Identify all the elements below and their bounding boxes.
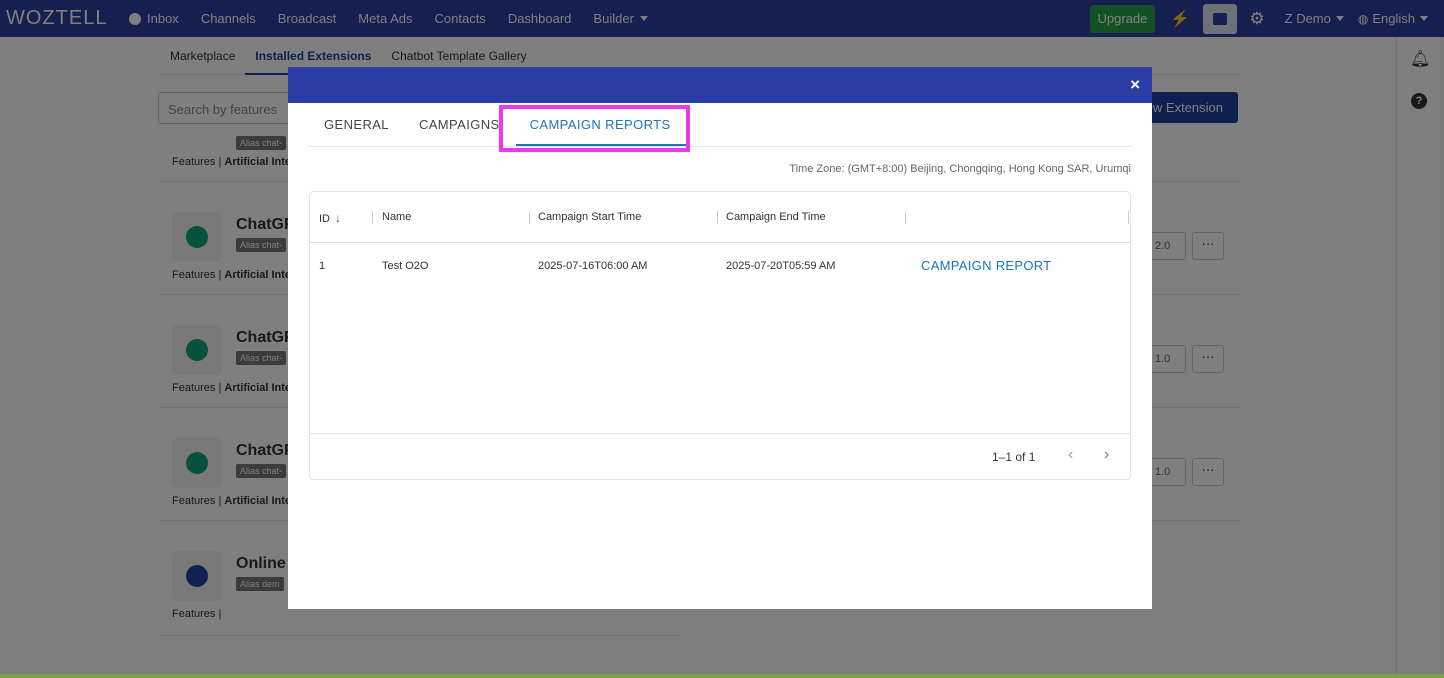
- cell-end-time: 2025-07-20T05:59 AM: [726, 260, 836, 272]
- chevron-left-icon[interactable]: ‹: [1068, 446, 1073, 464]
- column-header-start-time[interactable]: Campaign Start Time: [538, 211, 641, 223]
- close-icon[interactable]: ×: [1130, 76, 1140, 93]
- highlight-box: [499, 105, 690, 152]
- cell-name: Test O2O: [382, 260, 429, 272]
- pagination-text: 1–1 of 1: [992, 450, 1036, 464]
- column-separator[interactable]: [717, 211, 718, 224]
- campaign-reports-table: ID ↓ Name Campaign Start Time Campaign En…: [309, 191, 1131, 480]
- tab-general[interactable]: GENERAL: [308, 103, 405, 146]
- cell-start-time: 2025-07-16T06:00 AM: [538, 260, 648, 272]
- column-header-end-time[interactable]: Campaign End Time: [726, 211, 826, 223]
- sort-down-icon: ↓: [335, 211, 341, 225]
- modal-tabs: GENERAL CAMPAIGNS CAMPAIGN REPORTS: [308, 103, 1131, 147]
- campaign-report-link[interactable]: CAMPAIGN REPORT: [921, 258, 1051, 273]
- column-header-name[interactable]: Name: [382, 211, 411, 223]
- table-footer: 1–1 of 1 ‹ ›: [310, 433, 1130, 479]
- cell-id: 1: [319, 260, 326, 272]
- column-separator[interactable]: [529, 211, 530, 224]
- table-row: 1 Test O2O 2025-07-16T06:00 AM 2025-07-2…: [310, 243, 1130, 289]
- extension-modal: × GENERAL CAMPAIGNS CAMPAIGN REPORTS Tim…: [288, 67, 1152, 609]
- chevron-right-icon[interactable]: ›: [1104, 446, 1109, 464]
- column-separator[interactable]: [1128, 211, 1129, 224]
- column-separator[interactable]: [905, 211, 906, 224]
- desktop-edge: [0, 674, 1444, 678]
- table-header: ID ↓ Name Campaign Start Time Campaign En…: [310, 192, 1130, 243]
- column-header-id[interactable]: ID ↓: [319, 211, 341, 225]
- column-separator[interactable]: [372, 211, 373, 224]
- timezone-text: Time Zone: (GMT+8:00) Beijing, Chongqing…: [789, 163, 1131, 175]
- modal-header: ×: [288, 67, 1152, 103]
